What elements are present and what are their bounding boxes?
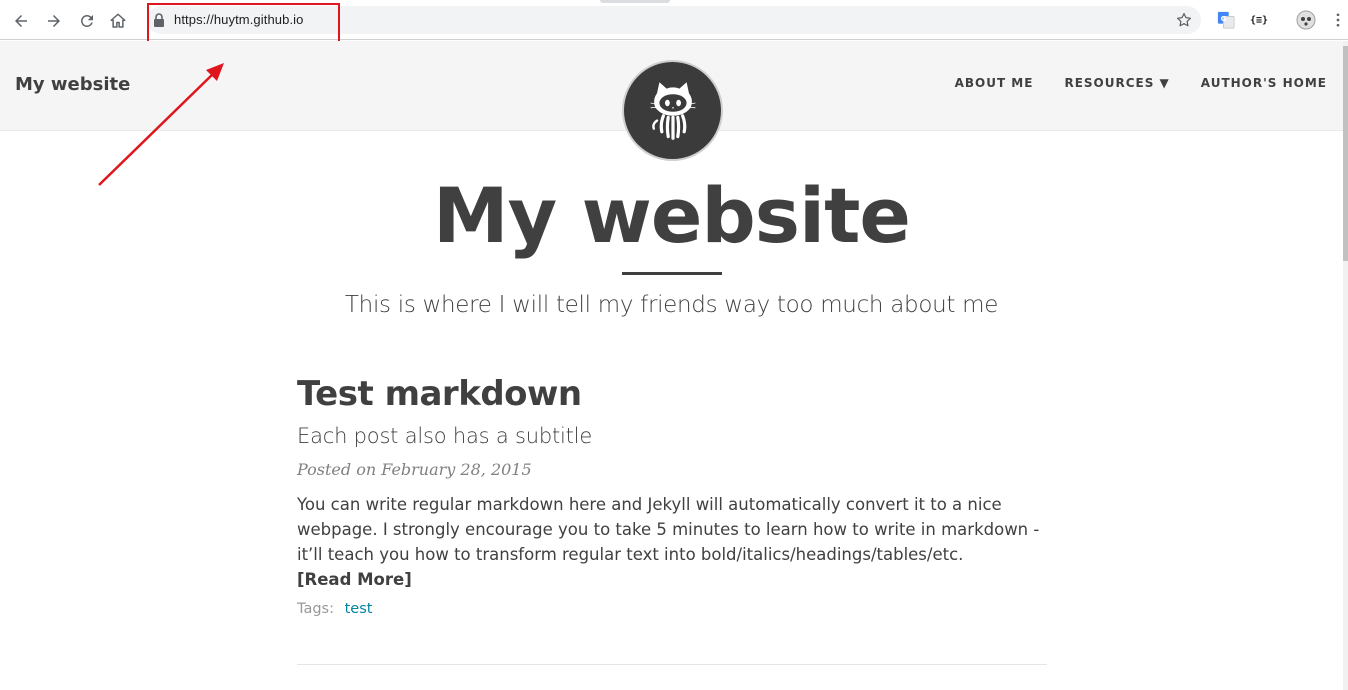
forward-button[interactable] [42,9,66,33]
tag-link-test[interactable]: test [345,601,373,617]
back-button[interactable] [9,9,33,33]
read-more-link[interactable]: [Read More] [297,570,412,589]
arrow-right-icon [48,15,60,27]
reload-icon [81,15,93,27]
tab-strip [600,0,670,3]
navbar-links: ABOUT ME RESOURCES ▼ AUTHOR'S HOME [955,76,1327,90]
nav-link-authors-home[interactable]: AUTHOR'S HOME [1201,76,1327,90]
json-extension-icon[interactable]: {≡} [1249,10,1269,30]
nav-link-resources[interactable]: RESOURCES ▼ [1064,76,1169,90]
post-meta: Posted on February 28, 2015 [297,459,532,479]
post-divider [297,664,1047,665]
kebab-menu-icon[interactable] [1328,10,1348,30]
post-preview: Test markdown Each post also has a subti… [297,374,1047,617]
post-subtitle[interactable]: Each post also has a subtitle [297,424,1047,448]
home-button[interactable] [106,9,130,33]
home-icon [110,13,126,28]
site-subtitle: This is where I will tell my friends way… [344,292,999,318]
reload-button[interactable] [75,9,99,33]
scrollbar-thumb[interactable] [1343,46,1348,261]
post-tags: Tags: test [297,601,1047,617]
google-translate-icon[interactable]: G [1216,10,1236,30]
title-divider [622,272,722,275]
post-excerpt-text: You can write regular markdown here and … [297,494,1040,564]
navbar-brand[interactable]: My website [15,74,130,95]
tags-label: Tags: [297,600,334,617]
svg-text:G: G [1221,14,1227,23]
profile-icon[interactable] [1296,10,1316,30]
avatar[interactable] [622,60,723,161]
nav-link-about-me[interactable]: ABOUT ME [955,76,1034,90]
site-title: My website [433,171,911,260]
star-icon[interactable] [1175,11,1193,29]
github-octocat-icon [650,81,695,140]
site-navbar: My website ABOUT ME RESOURCES ▼ AUTHOR'S… [0,41,1343,161]
post-title[interactable]: Test markdown [297,374,1047,415]
post-excerpt: You can write regular markdown here and … [297,492,1049,592]
arrow-left-icon [15,15,27,27]
